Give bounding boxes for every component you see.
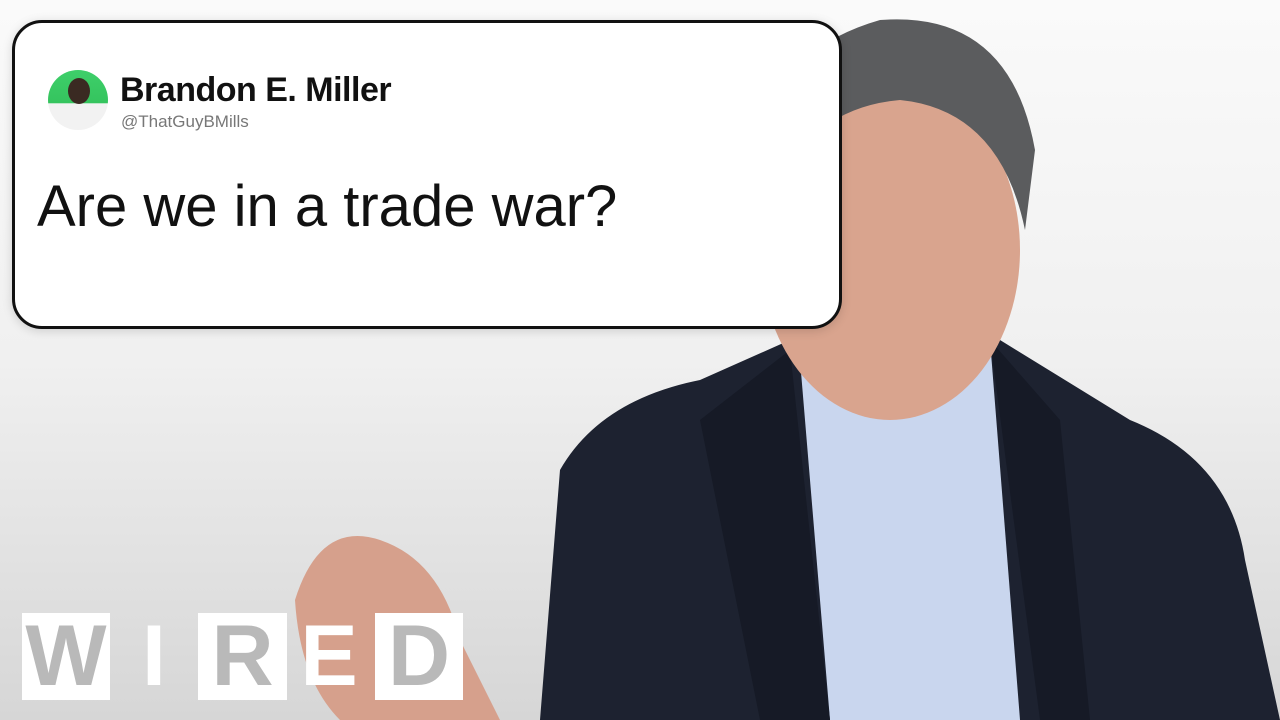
author-name: Brandon E. Miller — [120, 71, 392, 109]
logo-letter-e: E — [300, 608, 358, 704]
avatar — [48, 70, 108, 130]
author-handle: @ThatGuyBMills — [121, 112, 249, 131]
logo-letter-w: W — [22, 613, 110, 700]
logo-letter-r: R — [198, 613, 287, 700]
tweet-text: Are we in a trade war? — [37, 174, 618, 239]
tweet-card: Brandon E. Miller @ThatGuyBMills Are we … — [12, 20, 842, 329]
logo-letter-i: I — [142, 608, 166, 704]
logo-letter-d: D — [375, 613, 463, 700]
